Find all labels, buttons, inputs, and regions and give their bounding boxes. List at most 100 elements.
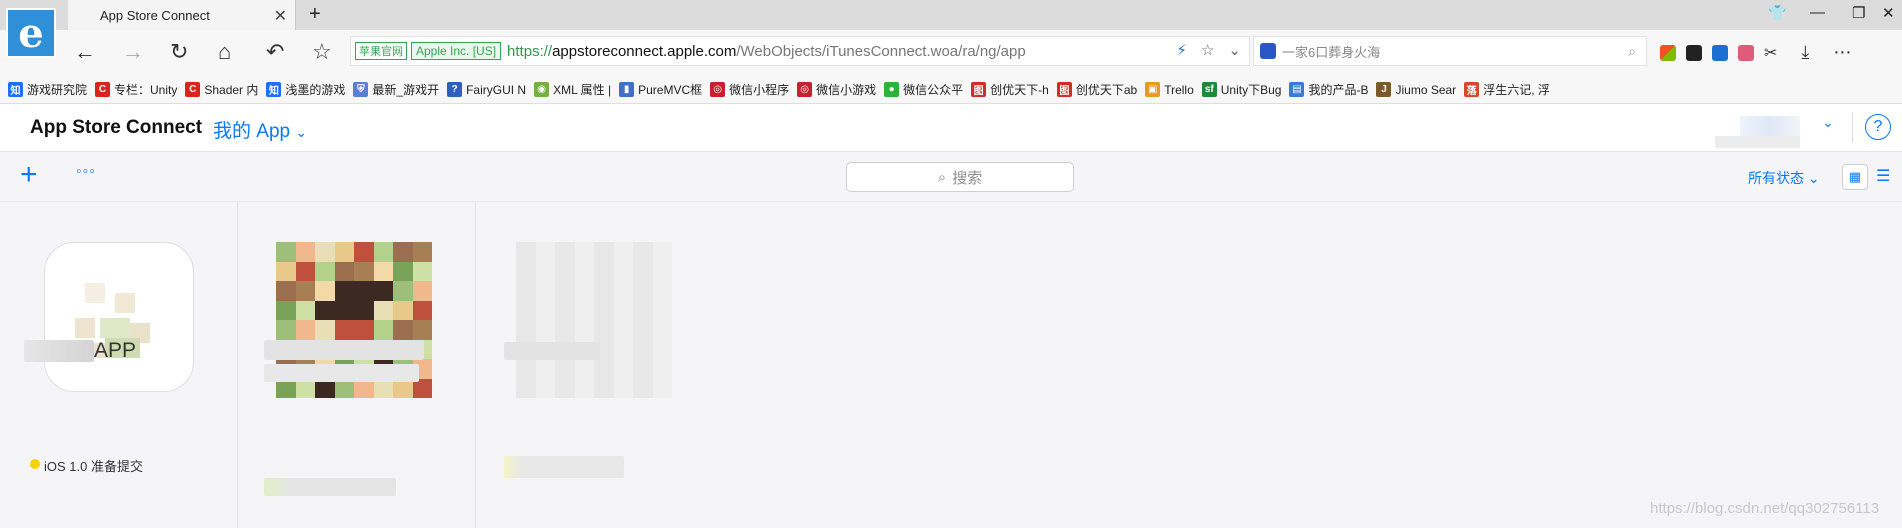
app-name-1[interactable]: APP <box>94 339 136 363</box>
apps-grid: APP iOS 1.0 准备提交 https://blog.csdn.net/q… <box>0 202 1902 528</box>
bookmark-item[interactable]: ● 微信公众平 <box>884 81 963 98</box>
csdn-icon: C <box>185 82 201 97</box>
zhihu-icon: 知 <box>266 82 282 97</box>
forward-icon[interactable]: → <box>122 40 144 64</box>
new-tab-button[interactable]: + <box>309 3 321 26</box>
trello-ext-icon[interactable] <box>1712 44 1728 61</box>
bookmark-label: 我的产品-B <box>1308 83 1369 97</box>
bookmark-item[interactable]: C 专栏：Unity <box>95 81 177 98</box>
baidu-icon <box>1260 43 1276 59</box>
search-engine-text: 一家6口葬身火海 <box>1282 44 1381 60</box>
trello-icon: ▣ <box>1145 82 1161 97</box>
app-search-input[interactable]: ⌕ 搜索 <box>846 162 1074 192</box>
wechat-icon: ● <box>884 82 900 97</box>
shirt-icon[interactable]: 👕 <box>1768 4 1787 22</box>
bookmark-item[interactable]: ⛨ 最新_游戏开 <box>353 81 439 98</box>
bookmark-label: 浅墨的游戏 <box>285 83 346 97</box>
app-name-blurred <box>264 364 419 382</box>
bookmark-item[interactable]: ◉ XML 属性 | <box>534 81 611 98</box>
search-icon[interactable]: ⌕ <box>1628 43 1636 60</box>
close-window-button[interactable]: ✕ <box>1882 4 1895 22</box>
watermark: https://blog.csdn.net/qq302756113 <box>1650 500 1880 517</box>
bookmark-label: Shader 内 <box>204 83 259 97</box>
status-filter-dropdown[interactable]: 所有状态 ⌄ <box>1748 168 1820 188</box>
game-icon[interactable] <box>1686 44 1702 61</box>
undo-icon[interactable]: ↶ <box>266 40 284 64</box>
bookmark-item[interactable]: ? FairyGUI N <box>447 82 526 97</box>
zhihu-icon: 知 <box>8 82 23 97</box>
status-filter-label: 所有状态 <box>1748 170 1804 186</box>
search-engine-field[interactable]: 一家6口葬身火海 ⌕ <box>1253 36 1647 66</box>
bookmark-label: 微信公众平 <box>903 83 964 97</box>
bookmark-item[interactable]: ▣ Trello <box>1145 82 1194 97</box>
close-tab-icon[interactable]: ✕ <box>274 6 287 26</box>
bookmark-label: Trello <box>1164 82 1194 97</box>
bookmark-label: 创优天下ab <box>1075 83 1138 97</box>
sf-icon: sf <box>1201 82 1217 97</box>
book-icon: ▮ <box>619 82 635 97</box>
home-icon[interactable]: ⌂ <box>218 40 231 64</box>
url-scheme: https:// <box>507 42 553 60</box>
bookmark-item[interactable]: ◎ 微信小游戏 <box>797 81 876 98</box>
restore-button[interactable]: ❐ <box>1852 4 1865 22</box>
bookmark-label: 专栏：Unity <box>114 83 178 97</box>
chevron-down-icon: ⌄ <box>1807 170 1820 186</box>
scissors-icon[interactable]: ✂ <box>1764 43 1777 63</box>
ticket-icon[interactable] <box>1738 44 1754 61</box>
office-icon[interactable] <box>1660 44 1676 61</box>
bookmark-item[interactable]: sf Unity下Bug <box>1201 81 1281 98</box>
help-icon[interactable]: ? <box>1865 114 1891 140</box>
site-badge: 苹果官网 <box>355 42 407 60</box>
app-header: App Store Connect 我的 App ⌄ ⌄ ? <box>0 104 1902 152</box>
apps-toolbar: + ◦◦◦ ⌕ 搜索 所有状态 ⌄ ▦ ☰ <box>0 152 1902 202</box>
status-indicator <box>30 459 40 469</box>
bookmark-item[interactable]: 落浮生六记, 浮 <box>1464 81 1550 98</box>
app-status-blurred <box>504 456 624 478</box>
app-icon-1[interactable] <box>44 242 194 392</box>
dropdown-icon[interactable]: ⌄ <box>1228 41 1241 59</box>
favorite-icon[interactable]: ☆ <box>312 40 332 64</box>
search-placeholder: 搜索 <box>952 169 983 187</box>
extensions: ✂ ⤓ ⋯ <box>1660 42 1851 63</box>
address-bar[interactable]: 苹果官网 Apple Inc. [US] https://appstorecon… <box>350 36 1250 66</box>
account-chevron-icon[interactable]: ⌄ <box>1822 114 1834 131</box>
my-apps-label: 我的 App <box>213 121 291 142</box>
jiumo-icon: J <box>1376 82 1392 97</box>
grid-view-button[interactable]: ▦ <box>1842 164 1868 190</box>
bookmark-label: 微信小程序 <box>729 83 790 97</box>
bookmark-item[interactable]: ▤ 我的产品-B <box>1289 81 1368 98</box>
back-icon[interactable]: ← <box>74 40 96 64</box>
navigation-bar: ← → ↻ ⌂ ↶ ☆ 苹果官网 Apple Inc. [US] https:/… <box>0 30 1902 76</box>
owl-icon: ◎ <box>710 82 726 97</box>
more-actions-button[interactable]: ◦◦◦ <box>76 163 96 181</box>
page-title: App Store Connect <box>30 117 203 138</box>
brand-icon: 图 <box>1056 82 1072 97</box>
bookmark-item[interactable]: 知游戏研究院 <box>8 81 87 98</box>
star-icon[interactable]: ☆ <box>1201 41 1214 59</box>
help-icon: ? <box>447 82 463 97</box>
add-app-button[interactable]: + <box>20 160 38 190</box>
brand-icon: 图 <box>971 82 987 97</box>
account-name-blurred <box>1715 136 1800 148</box>
owl-icon: ◎ <box>797 82 813 97</box>
list-view-button[interactable]: ☰ <box>1876 166 1890 186</box>
cert-badge[interactable]: Apple Inc. [US] <box>411 42 502 60</box>
bookmark-item[interactable]: C Shader 内 <box>185 81 258 98</box>
bookmark-item[interactable]: 图创优天下-h <box>971 81 1049 98</box>
app-status-blurred <box>264 478 396 496</box>
bookmark-item[interactable]: ◎ 微信小程序 <box>710 81 789 98</box>
minimize-button[interactable]: — <box>1810 4 1825 21</box>
my-apps-menu[interactable]: 我的 App ⌄ <box>213 116 307 143</box>
bookmark-item[interactable]: ▮ PureMVC框 <box>619 81 702 98</box>
app-icon-3[interactable] <box>516 242 672 398</box>
bookmark-item[interactable]: 知浅墨的游戏 <box>266 81 345 98</box>
more-icon[interactable]: ⋯ <box>1833 42 1851 63</box>
shield-icon: ⛨ <box>353 82 369 97</box>
lightning-icon[interactable]: ⚡ <box>1176 41 1187 59</box>
browser-logo-icon: e <box>6 8 56 58</box>
browser-tab[interactable]: App Store Connect ✕ <box>68 0 296 30</box>
refresh-icon[interactable]: ↻ <box>170 40 188 64</box>
bookmark-item[interactable]: J Jiumo Sear <box>1376 82 1456 97</box>
download-icon[interactable]: ⤓ <box>1801 42 1809 63</box>
bookmark-item[interactable]: 图创优天下ab <box>1056 81 1138 98</box>
